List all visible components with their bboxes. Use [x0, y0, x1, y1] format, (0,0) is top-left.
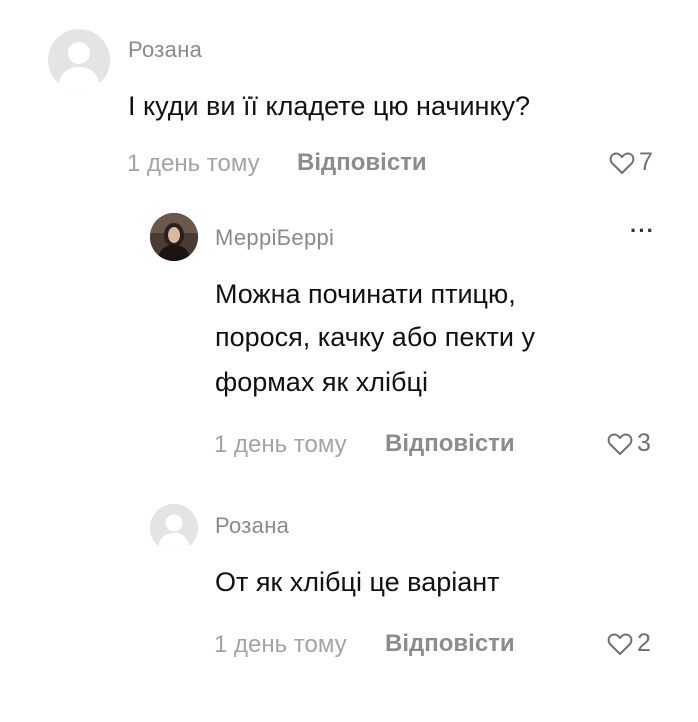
comment-text: От як хлібці це варіант	[215, 567, 500, 597]
like-count: 2	[637, 629, 651, 657]
comment-text-line: Можна починати птицю,	[215, 279, 516, 309]
reply-button[interactable]: Відповісти	[385, 630, 515, 658]
heart-icon	[607, 633, 633, 655]
reply-button[interactable]: Відповісти	[385, 430, 515, 458]
like-count: 7	[639, 148, 653, 176]
reply-button[interactable]: Відповісти	[297, 149, 427, 177]
comment-author[interactable]: Розана	[215, 513, 289, 539]
user-photo	[150, 213, 198, 261]
comment-timestamp: 1 день тому	[214, 631, 347, 658]
comment-text: І куди ви її кладете цю начинку?	[128, 91, 531, 121]
default-avatar-icon	[48, 29, 110, 91]
comment-author[interactable]: Розана	[128, 37, 202, 63]
avatar[interactable]	[150, 504, 198, 552]
comment-author[interactable]: МерріБеррі	[215, 225, 334, 251]
heart-icon	[609, 152, 635, 174]
comment-text-line: формах як хлібці	[215, 367, 428, 397]
comment-timestamp: 1 день тому	[214, 431, 347, 458]
like-button[interactable]: 3	[607, 429, 651, 458]
like-button[interactable]: 2	[607, 629, 651, 658]
heart-icon	[607, 433, 633, 455]
avatar[interactable]	[48, 29, 110, 91]
avatar[interactable]	[150, 213, 198, 261]
default-avatar-icon	[150, 504, 198, 552]
more-options-icon[interactable]: ···	[630, 218, 655, 244]
comment-timestamp: 1 день тому	[127, 150, 260, 177]
comment-text-line: порося, качку або пекти у	[215, 322, 536, 352]
like-button[interactable]: 7	[609, 148, 653, 177]
like-count: 3	[637, 429, 651, 457]
